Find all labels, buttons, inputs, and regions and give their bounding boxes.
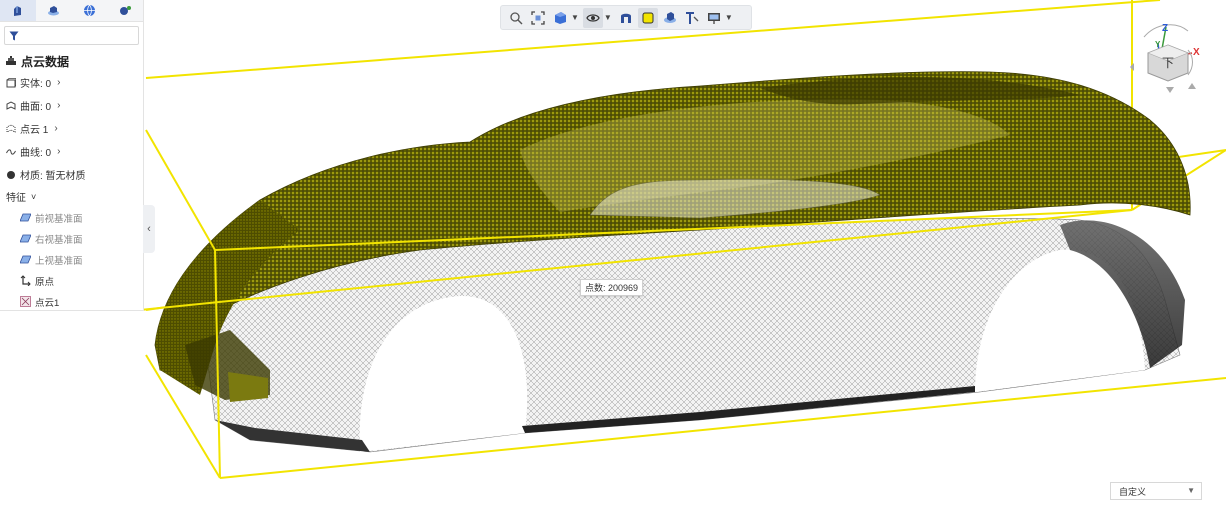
feature-label: 上视基准面: [35, 255, 83, 267]
globe-icon: [83, 4, 95, 17]
render-icon: [663, 11, 676, 23]
chevron-down-icon[interactable]: ˅: [31, 192, 36, 202]
cube-view-icon: [555, 11, 566, 24]
view-toolbar: ▼ ▼ ▼: [500, 5, 752, 30]
visibility-dropdown-icon[interactable]: ▼: [604, 13, 612, 22]
feature-front-plane[interactable]: 前视基准面: [0, 207, 143, 228]
chevron-right-icon[interactable]: ›: [54, 123, 57, 134]
point-cloud-root-icon: [6, 56, 16, 65]
plane-icon: [20, 254, 31, 265]
collapse-panel-button[interactable]: ‹: [143, 205, 155, 253]
fit-view-button[interactable]: [528, 8, 548, 28]
filter-icon: [9, 31, 19, 40]
feature-label: 点云1: [35, 297, 60, 309]
point-cloud-scene: [139, 0, 1226, 479]
tab-sensor[interactable]: [107, 0, 143, 21]
eye-icon: [586, 13, 600, 22]
3d-viewport[interactable]: 点数: 200969 Z X Y 下 自定义 ▼: [0, 0, 1226, 500]
surface-icon: [6, 100, 16, 111]
view-mode-select[interactable]: 自定义 ▼: [1110, 482, 1202, 500]
cube-view-button[interactable]: [550, 8, 570, 28]
text-button[interactable]: [682, 8, 702, 28]
tree-filter-input[interactable]: [19, 28, 138, 43]
tree-root[interactable]: 点云数据: [0, 51, 143, 71]
chevron-left-icon: ‹: [147, 223, 151, 235]
tab-part-tree[interactable]: [0, 0, 36, 21]
tree-item-label: 实体: 0: [20, 79, 52, 90]
tree-item-curves[interactable]: 曲线: 0 ›: [0, 140, 143, 163]
tab-assembly[interactable]: [36, 0, 72, 21]
origin-icon: [20, 275, 31, 286]
display-mode-icon: [642, 12, 654, 23]
tree-item-point-clouds[interactable]: 点云 1 ›: [0, 117, 143, 140]
zoom-button[interactable]: [506, 8, 526, 28]
point-cloud-feature-icon: [20, 296, 31, 307]
fit-view-icon: [531, 10, 545, 25]
tree-item-label: 曲面: 0: [20, 102, 52, 113]
view-cube-face-label[interactable]: 下: [1162, 54, 1174, 71]
axis-x-label: X: [1193, 47, 1200, 58]
plane-icon: [20, 212, 31, 223]
feature-right-plane[interactable]: 右视基准面: [0, 228, 143, 249]
panel-tabs: [0, 0, 143, 22]
feature-label: 前视基准面: [35, 213, 83, 225]
material-icon: [6, 170, 16, 180]
monitor-icon: [707, 12, 720, 24]
section-button[interactable]: [616, 8, 636, 28]
chevron-right-icon[interactable]: ›: [57, 146, 60, 157]
monitor-button[interactable]: [704, 8, 724, 28]
solid-icon: [6, 77, 16, 88]
point-count-tooltip: 点数: 200969: [580, 279, 644, 296]
feature-label: 右视基准面: [35, 234, 83, 246]
model-tree-panel: 点云数据 实体: 0 › 曲面: 0 › 点云 1 › 曲线: 0 › 材质: …: [0, 0, 144, 311]
curve-icon: [6, 147, 16, 157]
view-mode-value: 自定义: [1119, 486, 1147, 497]
text-icon: [685, 11, 699, 24]
chevron-right-icon[interactable]: ›: [57, 100, 60, 111]
point-cloud-icon: [6, 123, 16, 134]
material-label: 材质: 暂无材质: [20, 171, 86, 182]
zoom-icon: [510, 11, 523, 24]
chevron-down-icon: ▼: [1187, 486, 1195, 495]
feature-top-plane[interactable]: 上视基准面: [0, 249, 143, 270]
chevron-right-icon[interactable]: ›: [57, 77, 60, 88]
visibility-button[interactable]: [582, 7, 603, 28]
cube-view-dropdown-icon[interactable]: ▼: [571, 13, 579, 22]
assembly-icon: [48, 6, 60, 16]
display-mode-button[interactable]: [637, 7, 658, 28]
tab-globe[interactable]: [72, 0, 108, 21]
plane-icon: [20, 233, 31, 244]
sensor-icon: [119, 6, 131, 15]
tree-item-surfaces[interactable]: 曲面: 0 ›: [0, 94, 143, 117]
tree-item-solids[interactable]: 实体: 0 ›: [0, 71, 143, 94]
axis-y-label: Y: [1155, 40, 1161, 49]
features-label: 特征: [6, 193, 26, 204]
tree-filter[interactable]: [4, 26, 139, 45]
axis-z-label: Z: [1162, 23, 1169, 34]
features-section-header[interactable]: 特征 ˅: [0, 186, 143, 207]
tree-item-label: 曲线: 0: [20, 148, 52, 159]
tree-item-label: 点云 1: [20, 125, 49, 136]
monitor-dropdown-icon[interactable]: ▼: [725, 13, 733, 22]
view-cube[interactable]: Z X Y 下: [1130, 15, 1210, 100]
section-icon: [620, 13, 631, 23]
feature-origin[interactable]: 原点: [0, 270, 143, 291]
part-tree-icon: [14, 6, 22, 16]
feature-point-cloud[interactable]: 点云1: [0, 291, 143, 312]
render-button[interactable]: [660, 8, 680, 28]
feature-label: 原点: [35, 276, 55, 288]
tree-root-label: 点云数据: [21, 54, 70, 69]
tree-item-material[interactable]: 材质: 暂无材质: [0, 163, 143, 186]
